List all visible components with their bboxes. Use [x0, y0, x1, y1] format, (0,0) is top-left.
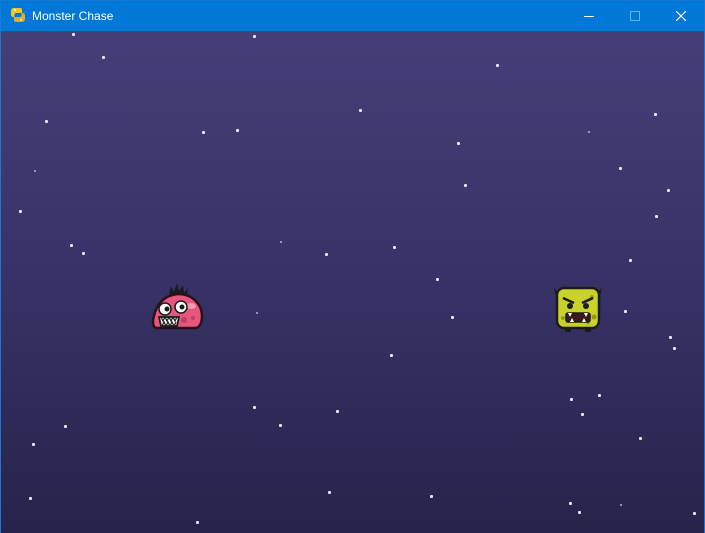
star [236, 129, 239, 132]
star [451, 316, 454, 319]
star [436, 278, 439, 281]
star [325, 253, 328, 256]
star [673, 347, 676, 350]
star [629, 259, 632, 262]
star [196, 521, 199, 524]
star [693, 512, 696, 515]
star [619, 167, 622, 170]
minimize-icon [584, 16, 594, 17]
star [359, 109, 362, 112]
star [102, 56, 105, 59]
star [202, 131, 205, 134]
star [464, 184, 467, 187]
star [620, 504, 622, 506]
star [72, 33, 75, 36]
star [390, 354, 393, 357]
python-snake-icon [10, 7, 26, 23]
star [624, 310, 627, 313]
star [34, 170, 36, 172]
star [570, 398, 573, 401]
star [253, 406, 256, 409]
star [654, 113, 657, 116]
star [19, 210, 22, 213]
enemy-monster [554, 286, 602, 332]
star [64, 425, 67, 428]
close-button[interactable] [658, 1, 704, 31]
star [280, 241, 282, 243]
star [588, 131, 590, 133]
star [457, 142, 460, 145]
game-canvas[interactable] [1, 31, 704, 533]
star [82, 252, 85, 255]
star [578, 511, 581, 514]
star [328, 491, 331, 494]
star [569, 502, 572, 505]
game-window: Monster Chase [0, 0, 705, 533]
star [256, 312, 258, 314]
title-bar[interactable]: Monster Chase [1, 1, 704, 31]
star [253, 35, 256, 38]
star [336, 410, 339, 413]
close-icon [676, 11, 686, 21]
star [669, 336, 672, 339]
star [667, 189, 670, 192]
star [29, 497, 32, 500]
minimize-button[interactable] [566, 1, 612, 31]
window-title: Monster Chase [32, 9, 114, 23]
star [581, 413, 584, 416]
maximize-button[interactable] [612, 1, 658, 31]
player-monster [151, 283, 204, 330]
star [496, 64, 499, 67]
star [70, 244, 73, 247]
star [430, 495, 433, 498]
star [32, 443, 35, 446]
star [45, 120, 48, 123]
star [393, 246, 396, 249]
maximize-icon [630, 11, 640, 21]
star [639, 437, 642, 440]
star [655, 215, 658, 218]
star [279, 424, 282, 427]
star [598, 394, 601, 397]
